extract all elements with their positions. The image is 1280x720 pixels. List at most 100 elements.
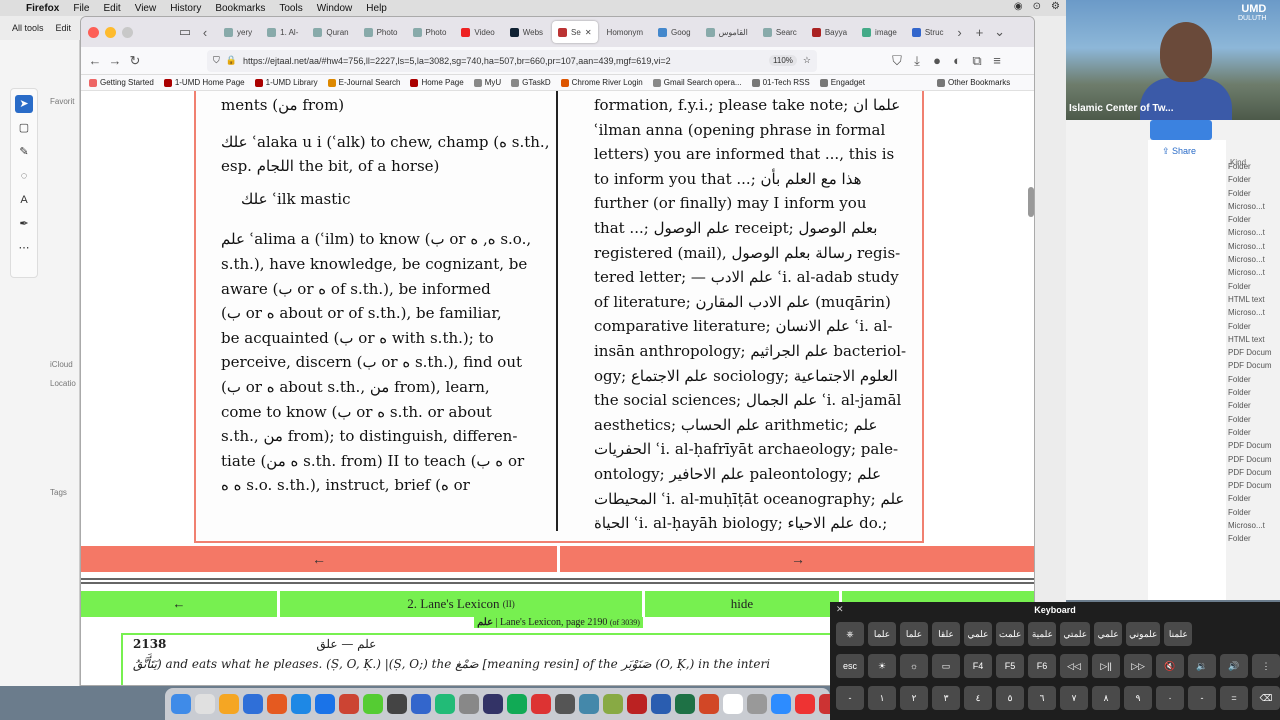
finder-kind-item[interactable]: HTML text [1228,333,1280,346]
prev-page-button[interactable]: ← [81,546,557,572]
tab[interactable]: Homonym [601,21,649,43]
menu-app-name[interactable]: Firefox [26,3,59,14]
keyboard-suggestion[interactable]: علقا [932,622,960,646]
menu-tools[interactable]: Tools [279,3,302,14]
scrollbar[interactable] [1028,187,1034,217]
app-icon[interactable] [747,694,767,714]
word-icon[interactable] [651,694,671,714]
back-icon[interactable]: ← [85,53,105,68]
keyboard-fn-key[interactable]: F6 [1028,654,1056,678]
keyboard-fn-key[interactable]: 🔉 [1188,654,1216,678]
keyboard-number-key[interactable]: ٠ [1156,686,1184,710]
finder-kind-item[interactable]: Microso...t [1228,240,1280,253]
app-icon[interactable] [411,694,431,714]
keyboard-fn-key[interactable]: ☀ [868,654,896,678]
tab[interactable]: Photo [358,21,404,43]
keyboard-fn-key[interactable]: 🔊 [1220,654,1248,678]
finder-kind-item[interactable]: Microso...t [1228,226,1280,239]
account-icon[interactable]: ● [927,53,947,68]
menu-edit[interactable]: Edit [103,3,120,14]
tab-overview-icon[interactable]: ▭ [175,24,195,40]
keyboard-number-key[interactable]: ٢ [900,686,928,710]
tab[interactable]: القاموس [700,21,754,43]
download-icon[interactable]: ⤓ [907,53,927,69]
excel-icon[interactable] [675,694,695,714]
finder-kind-item[interactable]: Folder [1228,386,1280,399]
keyboard-emoji-key[interactable]: ⎈ [836,622,864,646]
keyboard-number-key[interactable]: ٧ [1060,686,1088,710]
close-window-icon[interactable] [88,26,99,38]
finder-kind-item[interactable]: Folder [1228,187,1280,200]
finder-kind-item[interactable]: Microso...t [1228,266,1280,279]
bookmark[interactable]: Chrome River Login [560,78,643,87]
menu-icon[interactable]: ≡ [987,53,1007,68]
bookmark-folder[interactable]: 01-Tech RSS [751,78,810,87]
pocket-icon[interactable]: ⛉ [887,53,907,69]
app-icon[interactable] [219,694,239,714]
bookmark[interactable]: Home Page [410,78,464,87]
keyboard-fn-key[interactable]: ▷|| [1092,654,1120,678]
list-tabs-icon[interactable]: ⌄ [990,24,1010,40]
keyboard-suggestion[interactable]: علما [868,622,896,646]
keyboard-fn-key[interactable]: 🔇 [1156,654,1184,678]
tab[interactable]: Video [455,21,500,43]
lane-prev-button[interactable]: ← [81,591,277,617]
bookmark[interactable]: Getting Started [89,78,154,87]
app-icon[interactable] [435,694,455,714]
keyboard-number-key[interactable]: - [836,686,864,710]
forward-icon[interactable]: → [105,53,125,68]
finder-kind-item[interactable]: PDF Docum [1228,359,1280,372]
app-icon[interactable] [795,694,815,714]
acrobat-icon[interactable] [627,694,647,714]
reload-icon[interactable]: ↻ [125,53,145,69]
bookmark[interactable]: 1-UMD Library [254,78,318,87]
app-icon[interactable] [459,694,479,714]
finder-kind-item[interactable]: HTML text [1228,293,1280,306]
keyboard-number-key[interactable]: ٣ [932,686,960,710]
menu-bookmarks[interactable]: Bookmarks [215,3,265,14]
shield-icon[interactable]: ⛉ [213,55,220,66]
lasso-icon[interactable]: ◌ [15,167,33,185]
tab[interactable]: Goog [652,21,697,43]
finder-kind-item[interactable]: Folder [1228,492,1280,505]
tab-active[interactable]: Se ✕ [552,21,598,43]
finder-kind-item[interactable]: Microso...t [1228,200,1280,213]
tab[interactable]: Webs [504,21,549,43]
keyboard-suggestion[interactable]: علموني [1126,622,1161,646]
tab[interactable]: Photo [407,21,453,43]
keyboard-number-key[interactable]: ٦ [1028,686,1056,710]
finder-kind-item[interactable]: PDF Docum [1228,453,1280,466]
status-icon[interactable]: ◉ [1014,1,1023,12]
keyboard-suggestion[interactable]: علمية [1028,622,1057,646]
keyboard-number-key[interactable]: ٤ [964,686,992,710]
signature-icon[interactable]: ✒ [15,215,33,233]
keyboard-fn-key[interactable]: ◁◁ [1060,654,1088,678]
new-tab-icon[interactable]: + [970,25,990,40]
menu-help[interactable]: Help [366,3,387,14]
finder-kind-item[interactable]: Folder [1228,320,1280,333]
pointer-icon[interactable]: ➤ [15,95,33,113]
firefox-icon[interactable] [267,694,287,714]
tab[interactable]: Quran [307,21,354,43]
powerpoint-icon[interactable] [699,694,719,714]
app-icon[interactable] [243,694,263,714]
tab-scroll-right-icon[interactable]: › [950,25,970,40]
extension-icon[interactable]: ◐ [947,53,967,68]
keyboard-suggestion[interactable]: علمت [996,622,1025,646]
keyboard-number-key[interactable]: - [1188,686,1216,710]
app-icon[interactable] [531,694,551,714]
app-icon[interactable] [483,694,503,714]
close-icon[interactable]: ✕ [836,604,844,615]
launchpad-icon[interactable] [195,694,215,714]
url-text[interactable]: https://ejtaal.net/aa/#hw4=756,ll=2227,l… [243,56,763,66]
bookmark[interactable]: Engadget [819,78,865,87]
app-icon[interactable] [555,694,575,714]
keyboard-suggestion[interactable]: علمي [964,622,992,646]
zoom-icon[interactable] [771,694,791,714]
keyboard-fn-key[interactable]: ▭ [932,654,960,678]
keyboard-suggestion[interactable]: علما [900,622,928,646]
all-tools-button[interactable]: All tools [12,23,44,33]
finder-kind-item[interactable]: Folder [1228,160,1280,173]
finder-kind-item[interactable]: Folder [1228,413,1280,426]
status-icon[interactable]: ⊙ [1033,1,1041,12]
